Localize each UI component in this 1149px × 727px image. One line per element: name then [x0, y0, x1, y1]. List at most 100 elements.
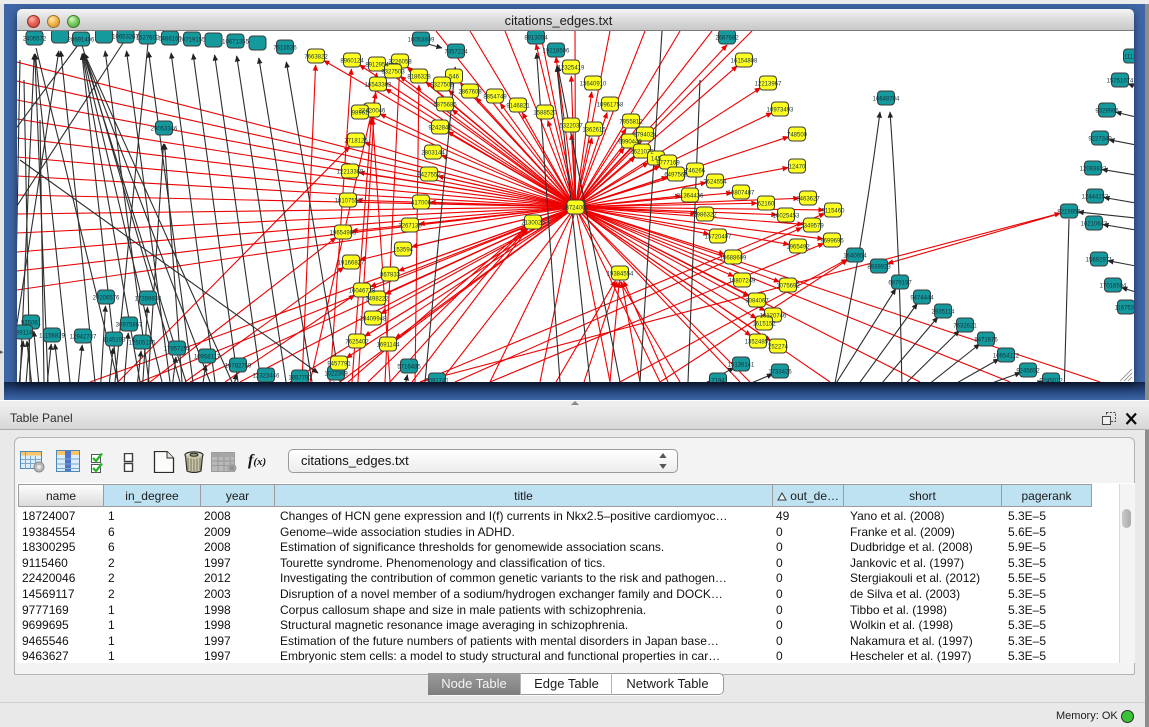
svg-text:8938923: 8938923 — [867, 264, 891, 270]
svg-text:16154808: 16154808 — [731, 58, 758, 64]
svg-text:16782759: 16782759 — [225, 363, 252, 369]
svg-text:1091741: 1091741 — [425, 378, 449, 382]
svg-text:7625402: 7625402 — [345, 339, 369, 345]
svg-text:2935114: 2935114 — [932, 309, 956, 315]
svg-text:10025453: 10025453 — [773, 213, 800, 219]
svg-text:5322037: 5322037 — [559, 123, 583, 129]
svg-text:15720407: 15720407 — [705, 234, 732, 240]
svg-text:1362615: 1362615 — [582, 127, 606, 133]
svg-text:1588520: 1588520 — [533, 110, 557, 116]
svg-text:16046718: 16046718 — [349, 288, 376, 294]
svg-text:15751074: 15751074 — [1107, 78, 1134, 84]
svg-text:5875685: 5875685 — [433, 102, 457, 108]
svg-text:17016504: 17016504 — [1100, 283, 1127, 289]
svg-text:1527602: 1527602 — [136, 35, 160, 41]
svg-text:6794024: 6794024 — [633, 132, 657, 138]
svg-text:9777169: 9777169 — [656, 160, 680, 166]
svg-text:748500: 748500 — [787, 132, 808, 138]
svg-text:3498222: 3498222 — [365, 296, 389, 302]
svg-text:9457791: 9457791 — [327, 361, 351, 367]
svg-text:1022369: 1022369 — [324, 371, 348, 377]
svg-text:12213967: 12213967 — [755, 81, 782, 87]
svg-text:1075692: 1075692 — [776, 283, 800, 289]
svg-text:3226058: 3226058 — [388, 59, 412, 65]
svg-text:7955812: 7955812 — [619, 119, 643, 125]
svg-text:2867608: 2867608 — [458, 89, 482, 95]
svg-text:12470: 12470 — [789, 164, 806, 170]
svg-text:18409948: 18409948 — [360, 316, 387, 322]
svg-text:3624554: 3624554 — [703, 179, 727, 185]
svg-text:171941: 171941 — [708, 378, 729, 382]
svg-text:9699695: 9699695 — [820, 238, 844, 244]
svg-text:252274: 252274 — [768, 344, 789, 350]
svg-text:9115460: 9115460 — [822, 208, 846, 214]
svg-text:6879197: 6879197 — [888, 280, 912, 286]
svg-text:2130020: 2130020 — [521, 220, 545, 226]
svg-text:10688609: 10688609 — [720, 255, 747, 261]
svg-text:19218506: 19218506 — [543, 48, 570, 54]
svg-text:30975867: 30975867 — [116, 322, 143, 328]
svg-text:18724007: 18724007 — [562, 205, 589, 211]
svg-text:7663822: 7663822 — [304, 54, 328, 60]
svg-text:9327508: 9327508 — [430, 82, 454, 88]
svg-text:98961: 98961 — [352, 110, 369, 116]
svg-text:12213369: 12213369 — [337, 169, 364, 175]
svg-text:15136141: 15136141 — [728, 362, 755, 368]
svg-text:12505135: 12505135 — [129, 340, 156, 346]
svg-text:1733426: 1733426 — [768, 369, 792, 375]
svg-text:935061: 935061 — [21, 320, 42, 326]
svg-text:10053809: 10053809 — [408, 37, 435, 43]
svg-text:10719155: 10719155 — [179, 37, 206, 43]
svg-text:10120746: 10120746 — [760, 313, 787, 319]
svg-text:2405572: 2405572 — [23, 36, 47, 42]
svg-text:417006: 417006 — [411, 200, 432, 206]
svg-text:2687682: 2687682 — [715, 35, 739, 41]
svg-text:1349579: 1349579 — [800, 223, 824, 229]
svg-text:8463627: 8463627 — [796, 196, 820, 202]
svg-text:1640954: 1640954 — [843, 253, 867, 259]
svg-text:3267130: 3267130 — [398, 223, 422, 229]
svg-text:62160: 62160 — [758, 201, 775, 207]
svg-text:10958117: 10958117 — [194, 354, 221, 360]
svg-text:867833: 867833 — [380, 272, 401, 278]
svg-text:546: 546 — [449, 74, 460, 80]
svg-text:9227349: 9227349 — [1088, 136, 1112, 142]
svg-text:21364436: 21364436 — [677, 193, 704, 199]
svg-text:8960124: 8960124 — [340, 58, 364, 64]
svg-text:8813054: 8813054 — [524, 35, 548, 41]
svg-text:7515536: 7515536 — [273, 45, 297, 51]
svg-text:1615152: 1615152 — [752, 321, 776, 327]
svg-text:9474444: 9474444 — [910, 295, 934, 301]
svg-text:8471676: 8471676 — [974, 337, 998, 343]
svg-text:746266: 746266 — [685, 168, 706, 174]
svg-text:19654985: 19654985 — [330, 230, 357, 236]
svg-text:1621072: 1621072 — [630, 149, 654, 155]
svg-text:8912954: 8912954 — [365, 62, 389, 68]
svg-text:20691406: 20691406 — [68, 37, 95, 43]
svg-text:2718126: 2718126 — [344, 138, 368, 144]
svg-text:9084067: 9084067 — [745, 298, 769, 304]
svg-text:12942737: 12942737 — [70, 334, 97, 340]
svg-text:9245012: 9245012 — [1039, 378, 1063, 382]
svg-text:1167533: 1167533 — [1115, 305, 1134, 311]
svg-text:15692971: 15692971 — [1086, 257, 1113, 263]
svg-text:9327503: 9327503 — [381, 69, 405, 75]
svg-text:6990448: 6990448 — [618, 139, 642, 145]
svg-text:29053346: 29053346 — [151, 126, 178, 132]
svg-text:1857791: 1857791 — [288, 375, 312, 381]
svg-text:5716485: 5716485 — [397, 364, 421, 370]
svg-text:19166827: 19166827 — [338, 260, 365, 266]
svg-text:7357224: 7357224 — [444, 49, 468, 55]
svg-text:11156829: 11156829 — [39, 333, 65, 339]
svg-text:19384554: 19384554 — [607, 271, 634, 277]
svg-text:7986322: 7986322 — [693, 212, 717, 218]
svg-text:11120: 11120 — [1124, 54, 1134, 60]
svg-text:10961758: 10961758 — [597, 102, 624, 108]
svg-text:16543362: 16543362 — [365, 82, 392, 88]
svg-text:10671355: 10671355 — [222, 39, 249, 45]
svg-text:17359934: 17359934 — [135, 296, 162, 302]
svg-text:9146821: 9146821 — [506, 103, 530, 109]
svg-text:153594: 153594 — [393, 247, 414, 253]
svg-text:18107552: 18107552 — [335, 198, 362, 204]
svg-text:10973493: 10973493 — [767, 107, 794, 113]
